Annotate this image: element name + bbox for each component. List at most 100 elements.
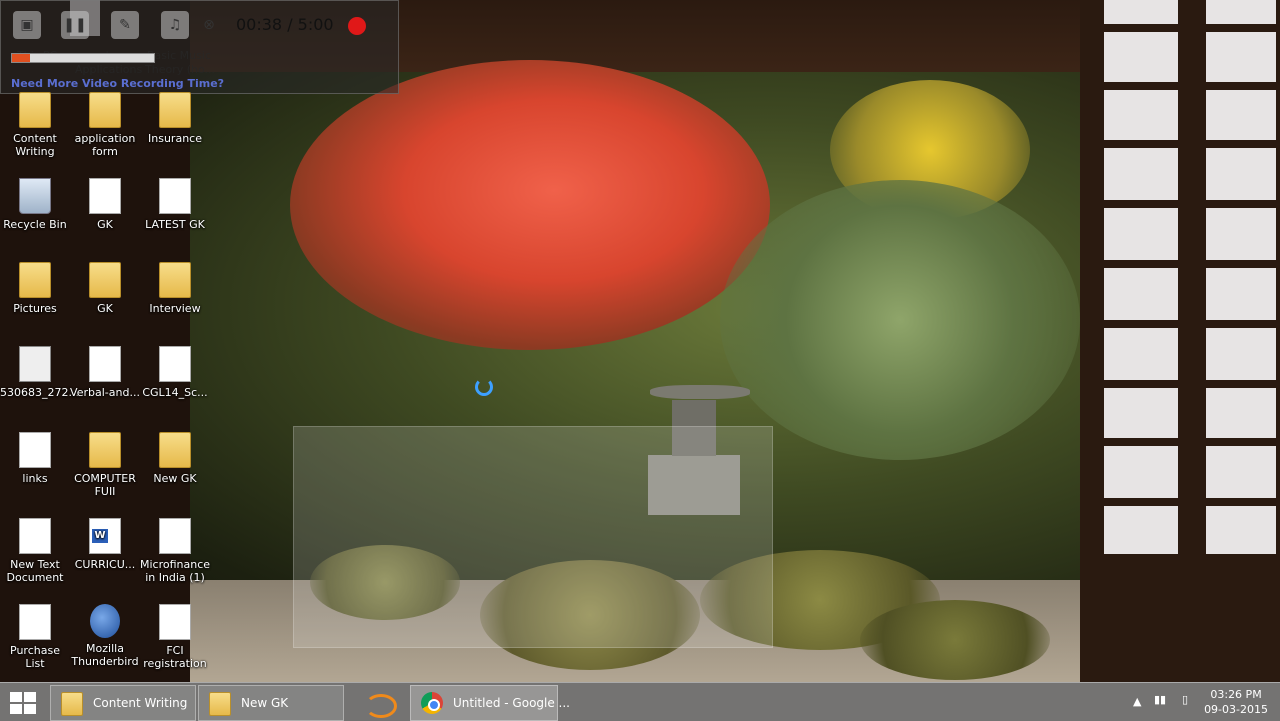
desktop-icon-label: GK [97, 302, 113, 315]
clock-date: 09-03-2015 [1204, 703, 1268, 716]
taskbar-item-chrome[interactable]: Untitled - Google ... [410, 685, 570, 721]
desktop-icon-pictures[interactable]: Pictures [0, 262, 70, 315]
desktop-icon-latest-gk[interactable]: LATEST GK [140, 178, 210, 231]
folder-icon [159, 92, 191, 128]
desktop-icon-label: LATEST GK [145, 218, 205, 231]
folder-icon [159, 262, 191, 298]
pause-button[interactable]: ❚❚ [61, 11, 89, 39]
taskbar-item-new-gk[interactable]: New GK [198, 685, 344, 721]
start-button[interactable] [10, 692, 36, 714]
desktop-icon-label: New Text Document [6, 558, 64, 584]
recording-progress-fill [12, 54, 31, 62]
desktop-icon-content-writing[interactable]: Content Writing [0, 92, 70, 158]
desktop-icon-label: Pictures [13, 302, 57, 315]
desktop-icon-label: COMPUTER FUII [74, 472, 136, 498]
document-icon [89, 346, 121, 382]
desktop-icon-label: FCI registration [143, 644, 207, 670]
folder-icon [19, 92, 51, 128]
desktop-icon-label: GK [97, 218, 113, 231]
desktop-icon-label: Purchase List [10, 644, 60, 670]
desktop-icon-label: Recycle Bin [3, 218, 67, 231]
desktop-icon-application-form[interactable]: application form [70, 92, 140, 158]
folder-icon [209, 692, 231, 716]
wallpaper-green-tree [720, 180, 1080, 460]
desktop-icon-label: Interview [149, 302, 201, 315]
screen-recorder-toolbar: ▣ ❚❚ ✎ ♫ ⊗ 00:38 / 5:00 This PC ob Basic… [0, 0, 399, 94]
desktop-icon-label: New GK [153, 472, 197, 485]
faded-window-overlay [293, 426, 773, 648]
desktop-icon-label: CURRICU... [74, 558, 136, 571]
word-document-icon [89, 518, 121, 554]
recycle-bin-icon [19, 178, 51, 214]
desktop-icon-new-gk[interactable]: New GK [140, 432, 210, 485]
desktop-icon-label: CGL14_Sc... [142, 386, 208, 399]
show-hidden-icons-icon[interactable]: ▲ [1133, 695, 1141, 708]
desktop-icon-recycle-bin[interactable]: Recycle Bin [0, 178, 70, 231]
recorder-window-icon[interactable]: ▣ [13, 11, 41, 39]
document-icon [19, 432, 51, 468]
desktop-icon-purchase-list[interactable]: Purchase List [0, 604, 70, 670]
app-icon [365, 694, 397, 718]
desktop-icon-new-text-document[interactable]: New Text Document [0, 518, 70, 584]
folder-icon [89, 432, 121, 468]
recording-progress-bar [11, 53, 155, 63]
desktop-icon-label: Verbal-and... [70, 386, 140, 399]
document-icon [159, 346, 191, 382]
desktop-icon-label: Insurance [148, 132, 202, 145]
wallpaper-stone-lantern [650, 385, 750, 399]
clock[interactable]: 03:26 PM 09-03-2015 [1204, 687, 1268, 717]
desktop-icon-interview[interactable]: Interview [140, 262, 210, 315]
wallpaper-shoji-screen [1080, 0, 1280, 682]
record-indicator-icon[interactable] [348, 17, 366, 35]
desktop-icon-microfinance[interactable]: Microfinance in India (1) [140, 518, 210, 584]
desktop-icon-gk-folder[interactable]: GK [70, 262, 140, 315]
desktop-icon-gk-doc[interactable]: GK [70, 178, 140, 231]
desktop-icon-label: Content Writing [13, 132, 57, 158]
recording-time: 00:38 / 5:00 [236, 15, 334, 34]
folder-icon [61, 692, 83, 716]
document-icon [159, 604, 191, 640]
desktop-icon-label: 530683_272... [0, 386, 79, 399]
wallpaper-maple-tree [290, 60, 770, 350]
folder-icon [89, 92, 121, 128]
battery-icon[interactable]: ▯ [1182, 693, 1188, 706]
document-icon [159, 178, 191, 214]
taskbar: Content Writing New GK Untitled - Google… [0, 682, 1280, 721]
desktop-icon-image-530683[interactable]: 530683_272... [0, 346, 79, 399]
desktop-icon-insurance[interactable]: Insurance [140, 92, 210, 145]
desktop-icon-curriculum[interactable]: CURRICU... [70, 518, 140, 571]
recorder-faint-label: Basic Music [147, 49, 211, 62]
network-icon[interactable]: ▮▮ [1154, 693, 1166, 706]
taskbar-item-label: Untitled - Google ... [453, 696, 570, 710]
taskbar-item-label: New GK [241, 696, 289, 710]
desktop-icon-fci-registration[interactable]: FCI registration [140, 604, 210, 670]
busy-spinner-icon [475, 378, 493, 396]
desktop-icon-label: application form [74, 132, 136, 158]
document-icon [89, 178, 121, 214]
desktop-icon-cgl14[interactable]: CGL14_Sc... [140, 346, 210, 399]
document-icon [19, 518, 51, 554]
pen-icon[interactable]: ✎ [111, 11, 139, 39]
upgrade-link[interactable]: Need More Video Recording Time? [11, 77, 224, 90]
desktop-icon-label: Microfinance in India (1) [140, 558, 211, 584]
desktop-icon-links[interactable]: links [0, 432, 70, 485]
document-icon [19, 604, 51, 640]
close-icon[interactable]: ⊗ [195, 11, 223, 39]
document-icon [159, 518, 191, 554]
desktop-icon-verbal[interactable]: Verbal-and... [70, 346, 140, 399]
folder-icon [19, 262, 51, 298]
clock-time: 03:26 PM [1210, 688, 1262, 701]
recorder-faint-label: Applications [75, 63, 143, 76]
desktop-icon-thunderbird[interactable]: Mozilla Thunderbird [70, 604, 140, 668]
recorder-faint-label: Theory (ho... [145, 63, 216, 76]
thunderbird-icon [90, 604, 120, 638]
taskbar-item-app[interactable] [348, 685, 408, 721]
windows-logo-icon [10, 692, 22, 702]
taskbar-item-content-writing[interactable]: Content Writing [50, 685, 196, 721]
taskbar-item-label: Content Writing [93, 696, 188, 710]
folder-icon [89, 262, 121, 298]
speaker-icon[interactable]: ♫ [161, 11, 189, 39]
desktop-icon-computer-fuii[interactable]: COMPUTER FUII [70, 432, 140, 498]
wallpaper-shrub-3 [860, 600, 1050, 680]
desktop-icon-label: Mozilla Thunderbird [71, 642, 139, 668]
